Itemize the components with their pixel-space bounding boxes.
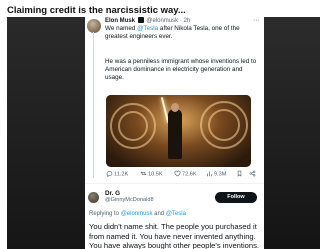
tweet-text: We named @Tesla after Nikola Tesla, one …: [105, 25, 259, 41]
retweet-action[interactable]: 10.5K: [140, 170, 163, 180]
verified-badge-icon: [137, 17, 144, 23]
mention-link[interactable]: @Tesla: [166, 211, 186, 217]
quoted-tweet[interactable]: Elon Musk @elonmusk · 2h ··· We named @T…: [85, 17, 264, 183]
mention-link[interactable]: @Tesla: [137, 25, 158, 32]
screenshot-frame: Elon Musk @elonmusk · 2h ··· We named @T…: [7, 17, 320, 249]
share-action[interactable]: [249, 170, 257, 180]
tweet-actions: 11.2K 10.5K 72.6K 9.3M: [106, 170, 256, 179]
replying-to-line: Replying to @elonmusk and @Tesla: [89, 210, 186, 218]
tweet-text-part: We named: [105, 25, 138, 32]
bar-chart-icon: [207, 171, 212, 177]
reply-author-handle[interactable]: @GinnyMcDonald8: [105, 197, 154, 204]
tweet-header: Elon Musk @elonmusk · 2h: [105, 17, 190, 25]
bookmark-icon: [237, 170, 242, 177]
blurred-background-left: [7, 17, 85, 249]
reply-icon: [106, 171, 113, 178]
reply-tweet[interactable]: Dr. G @GinnyMcDonald8 Follow Replying to…: [85, 184, 264, 249]
views-action[interactable]: 9.3M: [206, 170, 226, 180]
bookmark-action[interactable]: [236, 170, 244, 180]
replying-and: and: [152, 211, 166, 217]
more-dots-icon[interactable]: ···: [253, 17, 260, 25]
follow-button[interactable]: Follow: [215, 192, 257, 203]
like-count: 72.6K: [182, 171, 197, 178]
avatar[interactable]: [88, 192, 99, 203]
tweet-text-paragraph: He was a penniless immigrant whose inven…: [105, 58, 257, 81]
author-name[interactable]: Elon Musk: [105, 18, 135, 24]
mention-link[interactable]: @elonmusk: [121, 211, 153, 217]
blurred-background-right: [264, 17, 320, 249]
image-coil: [208, 109, 240, 141]
tweet-time[interactable]: · 2h: [180, 18, 190, 24]
author-handle[interactable]: @elonmusk: [146, 18, 178, 24]
retweet-icon: [140, 171, 147, 176]
avatar[interactable]: [87, 19, 101, 33]
reply-action[interactable]: 11.2K: [106, 170, 128, 180]
image-figure-head: [171, 103, 179, 112]
post-title: Claiming credit is the narcissistic way.…: [7, 5, 186, 16]
replying-label: Replying to: [89, 211, 121, 217]
tweet-image[interactable]: [106, 95, 251, 167]
view-count: 9.3M: [214, 171, 227, 178]
retweet-count: 10.5K: [148, 171, 163, 178]
tweet-card: Elon Musk @elonmusk · 2h ··· We named @T…: [85, 17, 264, 249]
like-action[interactable]: 72.6K: [174, 170, 197, 180]
reply-count: 11.2K: [114, 171, 129, 178]
image-coil: [118, 111, 148, 141]
share-icon: [249, 170, 256, 177]
reply-text: You didn't name shit. The people you pur…: [89, 222, 260, 249]
heart-icon: [174, 170, 181, 177]
image-figure: [168, 109, 182, 159]
thread-line: [93, 32, 94, 178]
